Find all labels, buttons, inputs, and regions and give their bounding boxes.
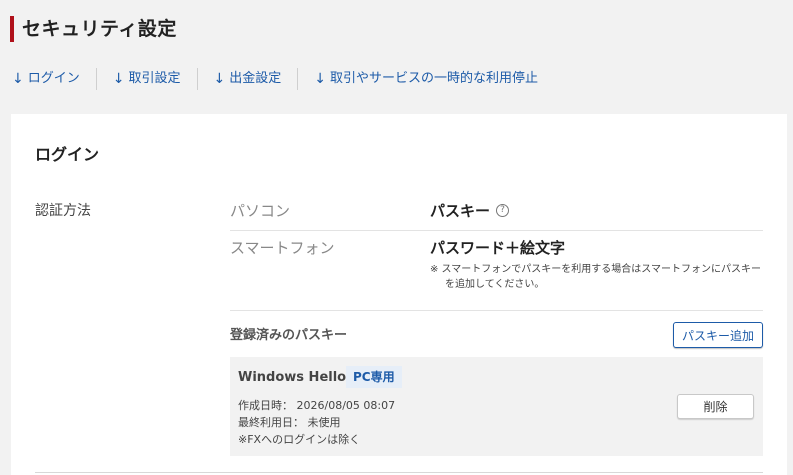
device-label: パソコン [230,202,291,220]
help-icon[interactable]: ? [496,204,510,217]
anchor-link-service-suspension[interactable]: ↓ 取引やサービスの一時的な利用停止 [297,68,554,90]
pc-only-badge: PC専用 [346,366,402,388]
anchor-link-label: ログイン [27,71,80,86]
passkey-last-used: 最終利用日： 未使用 [238,416,341,429]
arrow-down-icon: ↓ [213,71,226,87]
auth-row-pc: パソコン パスキー ? [230,194,763,231]
anchor-nav: ↓ ログイン ↓ 取引設定 ↓ 出金設定 ↓ 取引やサービスの一時的な利用停止 [10,68,554,90]
arrow-down-icon: ↓ [314,71,326,87]
anchor-link-label: 取引やサービスの一時的な利用停止 [329,71,538,86]
passkey-created: 作成日時： 2026/08/05 08:07 [238,399,396,412]
anchor-link-label: 取引設定 [128,71,181,86]
device-label: スマートフォン [230,239,335,257]
page-title: セキュリティ設定 [10,16,177,42]
arrow-down-icon: ↓ [12,71,24,87]
method-text: パスキー [430,202,491,220]
auth-method-value: パスワード＋絵文字 [430,239,566,257]
anchor-link-trade-settings[interactable]: ↓ 取引設定 [95,68,197,90]
auth-method-value: パスキー ? [430,200,510,221]
delete-passkey-button[interactable]: 削除 [677,394,754,419]
anchor-link-withdrawal-settings[interactable]: ↓ 出金設定 [196,68,298,90]
login-card: ログイン 認証方法 パソコン パスキー ? スマートフォン パスワード＋絵文字 … [11,114,787,475]
auth-row-smartphone: スマートフォン パスワード＋絵文字 ※ スマートフォンでパスキーを利用する場合は… [230,231,763,311]
add-passkey-button[interactable]: パスキー追加 [673,322,763,348]
passkey-item: Windows Hello PC専用 作成日時： 2026/08/05 08:0… [230,357,763,456]
passkey-name: Windows Hello [238,370,347,385]
registered-passkeys-heading: 登録済みのパスキー [230,328,348,343]
anchor-link-label: 出金設定 [229,71,282,86]
anchor-link-login[interactable]: ↓ ログイン [10,68,96,90]
section-title-login: ログイン [35,145,100,164]
passkey-note: ※FXへのログインは除く [238,433,361,446]
divider [35,472,763,473]
arrow-down-icon: ↓ [112,71,125,87]
auth-method-label: 認証方法 [35,203,91,219]
smartphone-note: ※ スマートフォンでパスキーを利用する場合はスマートフォンにパスキーを追加してく… [430,264,761,290]
